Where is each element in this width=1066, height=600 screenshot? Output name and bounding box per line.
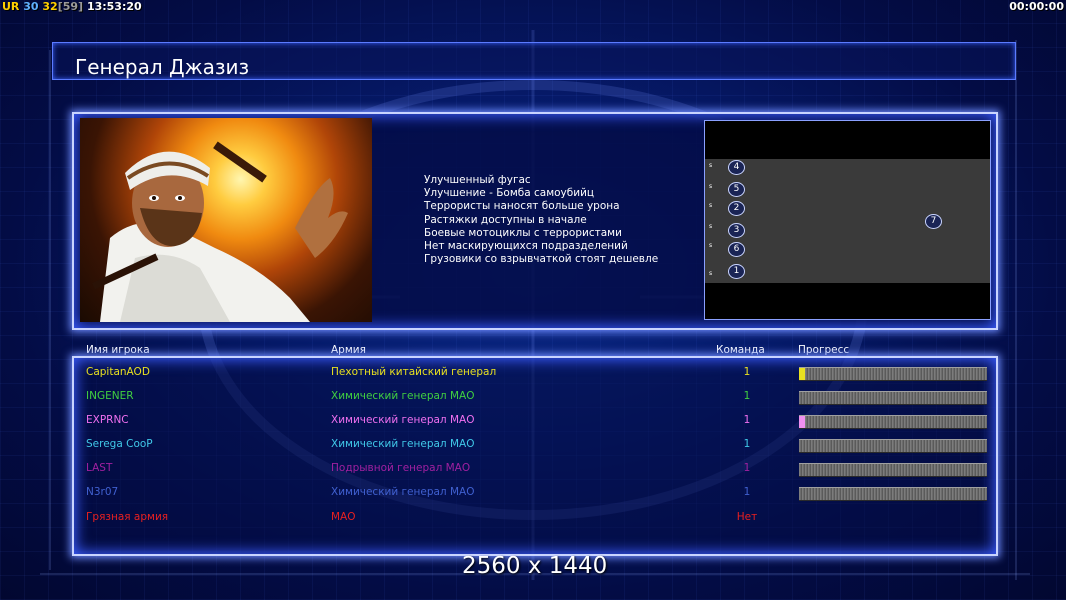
map-slot-4[interactable]: 4: [728, 160, 745, 175]
player-army-select[interactable]: Подрывной генерал МАО: [331, 462, 470, 474]
progress-bar: [799, 367, 987, 381]
progress-bar: [799, 487, 987, 501]
map-slot-7[interactable]: 7: [925, 214, 942, 229]
map-slot-5[interactable]: 5: [728, 182, 745, 197]
player-team: 1: [743, 414, 751, 426]
map-slot-1[interactable]: 1: [728, 264, 745, 279]
header-progress: Прогресс: [798, 344, 850, 356]
player-team: 1: [743, 438, 751, 450]
progress-fill: [799, 416, 805, 428]
player-army-select[interactable]: МАО: [331, 511, 356, 523]
resolution-watermark: 2560 x 1440: [462, 553, 608, 579]
player-name: CapitanAOD: [86, 366, 150, 378]
player-army-select[interactable]: Химический генерал МАО: [331, 390, 474, 402]
start-marker: s: [709, 223, 713, 230]
hud-fps-value-2: 32: [42, 0, 58, 13]
progress-fill: [799, 368, 805, 380]
player-team: 1: [743, 390, 751, 402]
map-preview: s 4 s 5 s 2 s 3 s 6 s 1 7: [704, 120, 991, 320]
start-marker: s: [709, 202, 713, 209]
player-team: 1: [743, 366, 751, 378]
portrait-art: [92, 141, 348, 322]
player-name: Serega CooP: [86, 438, 153, 450]
general-portrait: [80, 118, 372, 322]
player-name: INGENER: [86, 390, 134, 402]
progress-bar: [799, 463, 987, 477]
map-terrain: [705, 159, 990, 283]
bonus-item: Грузовики со взрывчаткой стоят дешевле: [424, 253, 659, 266]
player-name: N3r07: [86, 486, 119, 498]
hud-timer: 00:00:00: [1009, 0, 1064, 13]
map-slot-6[interactable]: 6: [728, 242, 745, 257]
player-name: Грязная армия: [86, 511, 169, 523]
bonus-item: Улучшение - Бомба самоубийц: [424, 187, 595, 200]
general-bonuses-list: Улучшенный фугас Улучшение - Бомба самоу…: [424, 174, 658, 266]
header-team: Команда: [716, 344, 765, 356]
progress-bar: [799, 415, 987, 429]
bonus-item: Боевые мотоциклы с террористами: [424, 226, 622, 239]
header-army: Армия: [331, 344, 366, 356]
player-army-select[interactable]: Химический генерал МАО: [331, 486, 474, 498]
player-team: Нет: [736, 511, 758, 523]
map-slot-2[interactable]: 2: [728, 201, 745, 216]
map-slot-3[interactable]: 3: [728, 223, 745, 238]
progress-bar: [799, 391, 987, 405]
player-team: 1: [743, 486, 751, 498]
player-name: EXPRNC: [86, 414, 129, 426]
start-marker: s: [709, 242, 713, 249]
start-marker: s: [709, 270, 713, 277]
player-army-select[interactable]: Химический генерал МАО: [331, 414, 474, 426]
hud-ur-label: UR: [2, 0, 20, 13]
hud-clock: 13:53:20: [86, 0, 142, 13]
page-title: Генерал Джазиз: [75, 55, 250, 79]
hud-fps-display: UR 30 32[59] 13:53:20: [2, 0, 142, 13]
player-army-select[interactable]: Пехотный китайский генерал: [331, 366, 496, 378]
player-army-select[interactable]: Химический генерал МАО: [331, 438, 474, 450]
player-name: LAST: [86, 462, 113, 474]
hud-fps-bracket: [59]: [57, 0, 84, 13]
bonus-item: Растяжки доступны в начале: [424, 213, 587, 226]
bonus-item: Террористы наносят больше урона: [424, 200, 620, 213]
bonus-item: Нет маскирующихся подразделений: [424, 240, 628, 253]
bonus-item: Улучшенный фугас: [424, 174, 531, 186]
start-marker: s: [709, 183, 713, 190]
header-player-name: Имя игрока: [86, 344, 150, 356]
progress-bar: [799, 439, 987, 453]
start-marker: s: [709, 162, 713, 169]
hud-fps-value: 30: [23, 0, 39, 13]
player-team: 1: [743, 462, 751, 474]
players-panel: [72, 356, 998, 556]
